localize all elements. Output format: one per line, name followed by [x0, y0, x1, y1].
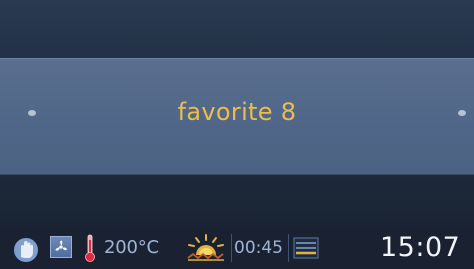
cook-time-value[interactable]: 00:45 [234, 238, 283, 258]
scroll-left-icon[interactable] [28, 110, 36, 116]
top-panel [0, 0, 474, 58]
clock-time: 15:07 [380, 232, 461, 263]
fan-icon [50, 236, 72, 258]
lower-panel [0, 175, 474, 227]
program-title: favorite 8 [177, 98, 297, 126]
thermometer-icon [83, 233, 97, 263]
temperature-value: 200°C [104, 237, 159, 258]
scroll-right-icon[interactable] [458, 110, 466, 116]
rack-level-icon [292, 236, 320, 260]
heating-element-icon [184, 233, 228, 263]
hand-icon [12, 235, 40, 263]
oven-display: favorite 8 200°C 00:45 15:07 [0, 0, 474, 269]
